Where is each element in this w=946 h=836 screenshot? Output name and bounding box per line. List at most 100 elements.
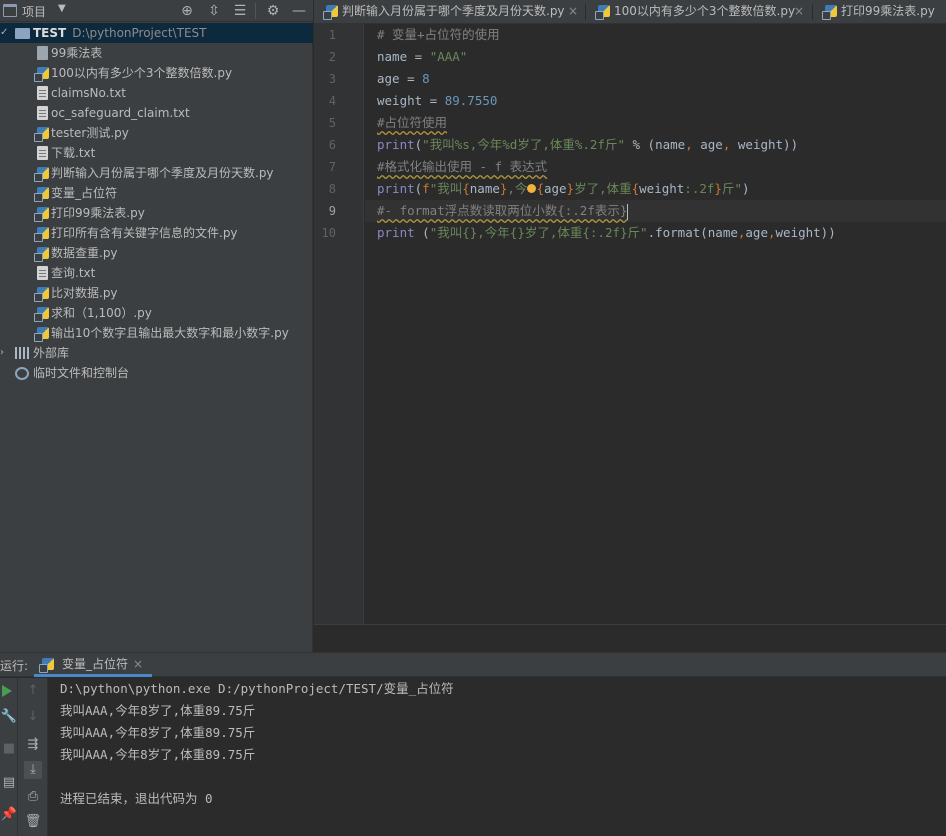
tree-item[interactable]: 99乘法表 xyxy=(0,43,313,63)
tree-item-label: 打印99乘法表.py xyxy=(51,206,145,220)
expand-all-icon[interactable]: ⇳ xyxy=(205,2,223,20)
console-line: 我叫AAA,今年8岁了,体重89.75斤 xyxy=(60,703,256,718)
tree-item[interactable]: 求和（1,100）.py xyxy=(0,303,313,323)
python-file-icon xyxy=(595,5,610,20)
wrench-icon[interactable]: 🔧 xyxy=(0,708,18,726)
tree-item-label: 99乘法表 xyxy=(51,46,103,60)
print-icon[interactable]: ⎙ xyxy=(24,788,42,806)
code-line-7: #格式化输出使用 - f 表达式 xyxy=(377,159,548,174)
code-line-4: weight = 89.7550 xyxy=(377,93,498,108)
code-line-6: print("我叫%s,今年%d岁了,体重%.2f斤" % (name, age… xyxy=(377,137,799,152)
tree-item[interactable]: 打印99乘法表.py xyxy=(0,203,313,223)
python-file-icon xyxy=(822,5,837,20)
trash-icon[interactable]: 🗑 xyxy=(24,813,42,831)
tree-item[interactable]: 数据查重.py xyxy=(0,243,313,263)
pin-icon[interactable]: 📌 xyxy=(0,806,18,824)
python-file-icon xyxy=(34,327,49,342)
tab-label: 100以内有多少个3个整数倍数.py xyxy=(614,4,796,18)
scroll-to-end-icon[interactable]: ⤓ xyxy=(24,761,42,779)
line-number: 5 xyxy=(328,116,336,130)
tree-item-label: claimsNo.txt xyxy=(51,86,126,100)
python-file-icon xyxy=(34,287,49,302)
code-line-1: # 变量+占位符的使用 xyxy=(377,27,500,42)
tree-item[interactable]: 下载.txt xyxy=(0,143,313,163)
soft-wrap-icon[interactable]: ⇶ xyxy=(24,736,42,754)
line-number: 4 xyxy=(328,94,336,108)
project-panel-title[interactable]: 项目 xyxy=(22,3,46,20)
tree-item-label: tester测试.py xyxy=(51,126,129,140)
tree-item[interactable]: oc_safeguard_claim.txt xyxy=(0,103,313,123)
close-icon[interactable]: × xyxy=(568,0,578,22)
chevron-down-icon[interactable]: ✓ xyxy=(0,23,8,43)
console-line: 我叫AAA,今年8岁了,体重89.75斤 xyxy=(60,747,256,762)
tree-item[interactable]: 输出10个数字且输出最大数字和最小数字.py xyxy=(0,323,313,343)
close-icon[interactable]: × xyxy=(133,653,143,676)
tree-item[interactable]: 100以内有多少个3个整数倍数.py xyxy=(0,63,313,83)
console-line: D:\python\python.exe D:/pythonProject/TE… xyxy=(60,681,454,696)
text-file-icon xyxy=(37,106,48,120)
run-tab[interactable]: 变量_占位符 × xyxy=(30,653,152,677)
active-tab-indicator xyxy=(34,674,152,677)
tree-item[interactable]: 打印所有含有关键字信息的文件.py xyxy=(0,223,313,243)
line-number: 2 xyxy=(328,50,336,64)
run-icon[interactable] xyxy=(0,682,18,700)
tree-item[interactable]: 判断输入月份属于哪个季度及月份天数.py xyxy=(0,163,313,183)
stop-icon[interactable]: ■ xyxy=(0,740,18,758)
text-caret xyxy=(627,203,629,220)
tree-item-label: 变量_占位符 xyxy=(51,186,118,200)
file-icon xyxy=(37,46,48,60)
run-panel-header: 运行: 变量_占位符 × xyxy=(0,652,946,677)
text-file-icon xyxy=(37,146,48,160)
code-line-3: age = 8 xyxy=(377,71,430,86)
tab-判断输入月份[interactable]: 判断输入月份属于哪个季度及月份天数.py × xyxy=(314,0,586,23)
tree-item-label: 下载.txt xyxy=(51,146,96,160)
project-panel: 项目 ▼ ⊕ ⇳ ☰ ⚙ — ✓ TEST D:\pythonProject\TES… xyxy=(0,0,313,652)
tree-item-label: oc_safeguard_claim.txt xyxy=(51,106,190,120)
project-panel-header: 项目 ▼ ⊕ ⇳ ☰ ⚙ — xyxy=(0,0,313,22)
console-line: 我叫AAA,今年8岁了,体重89.75斤 xyxy=(60,725,256,740)
chevron-right-icon[interactable]: › xyxy=(0,343,4,363)
tree-item-label: 比对数据.py xyxy=(51,286,118,300)
tree-item[interactable]: › 外部库 xyxy=(0,343,313,363)
editor-tab-bar: 判断输入月份属于哪个季度及月份天数.py × 100以内有多少个3个整数倍数.p… xyxy=(314,0,946,24)
locate-icon[interactable]: ⊕ xyxy=(178,2,196,20)
editor-empty-area xyxy=(314,624,946,652)
line-number: 10 xyxy=(321,226,336,240)
python-file-icon xyxy=(34,207,49,222)
tree-item[interactable]: 变量_占位符 xyxy=(0,183,313,203)
tab-打印99乘法表[interactable]: 打印99乘法表.py xyxy=(813,0,946,23)
line-number: 8 xyxy=(328,182,336,196)
run-console[interactable]: D:\python\python.exe D:/pythonProject/TE… xyxy=(48,678,946,836)
tree-item-label: 查询.txt xyxy=(51,266,96,280)
tree-item-label: 判断输入月份属于哪个季度及月份天数.py xyxy=(51,166,274,180)
chevron-down-icon[interactable]: ▼ xyxy=(58,3,66,14)
down-arrow-icon[interactable]: ↓ xyxy=(24,708,42,726)
collapse-all-icon[interactable]: ☰ xyxy=(231,2,249,20)
line-number: 3 xyxy=(328,72,336,86)
tab-100以内[interactable]: 100以内有多少个3个整数倍数.py × xyxy=(586,0,813,23)
python-file-icon xyxy=(34,247,49,262)
tree-item-path: D:\pythonProject\TEST xyxy=(72,26,207,40)
python-file-icon xyxy=(34,227,49,242)
python-file-icon xyxy=(34,167,49,182)
close-icon[interactable]: × xyxy=(794,0,804,22)
code-editor[interactable]: 1 2 3 4 5 6 7 8 9 10 # 变量+占位符的使用 name = "AAA" age… xyxy=(314,24,946,624)
up-arrow-icon[interactable]: ↑ xyxy=(24,682,42,700)
tree-item[interactable]: ✓ TEST D:\pythonProject\TEST xyxy=(0,23,313,43)
tree-item[interactable]: 比对数据.py xyxy=(0,283,313,303)
code-line-10: print ("我叫{},今年{}岁了,体重{:.2f}斤".format(na… xyxy=(377,225,836,240)
tree-item[interactable]: tester测试.py xyxy=(0,123,313,143)
python-file-icon xyxy=(34,127,49,142)
tree-item[interactable]: claimsNo.txt xyxy=(0,83,313,103)
layout-icon[interactable]: ▤ xyxy=(0,774,18,792)
line-number-gutter: 1 2 3 4 5 6 7 8 9 10 xyxy=(314,24,364,624)
line-number: 7 xyxy=(328,160,336,174)
gear-icon[interactable]: ⚙ xyxy=(264,2,282,20)
hide-icon[interactable]: — xyxy=(290,2,308,20)
tree-item[interactable]: 查询.txt xyxy=(0,263,313,283)
text-file-icon xyxy=(37,86,48,100)
tree-item-label: 临时文件和控制台 xyxy=(33,366,130,380)
line-number: 9 xyxy=(328,204,336,218)
tree-item[interactable]: 临时文件和控制台 xyxy=(0,363,313,383)
library-icon xyxy=(15,347,29,359)
